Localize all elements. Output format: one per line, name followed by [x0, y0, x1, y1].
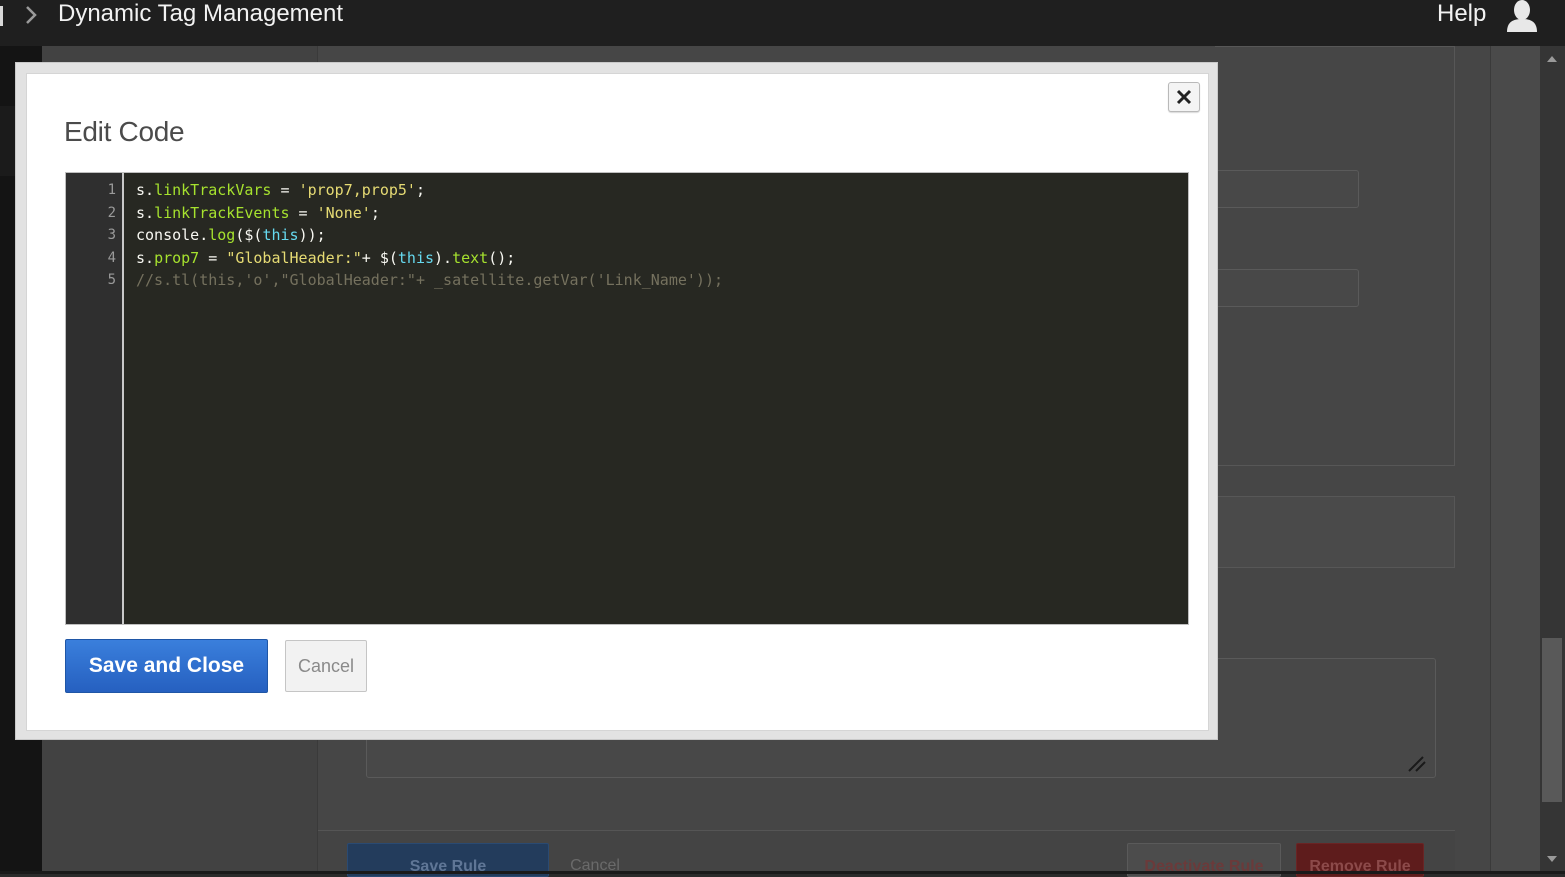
scrollbar-thumb[interactable] — [1542, 638, 1562, 802]
line-number: 5 — [107, 272, 116, 288]
code-token: "GlobalHeader:" — [226, 248, 362, 267]
code-line[interactable]: s.linkTrackEvents = 'None'; — [136, 202, 1178, 225]
code-token: + $( — [361, 248, 398, 267]
code-token: linkTrackVars — [154, 181, 272, 199]
code-line[interactable]: s.prop7 = "GlobalHeader:"+ $(this).text(… — [136, 247, 1178, 270]
rule-section-panel — [1215, 46, 1455, 466]
code-line[interactable]: s.linkTrackVars = 'prop7,prop5'; — [136, 179, 1178, 202]
code-token: )); — [298, 226, 326, 244]
line-number-gutter: 1 2 3 4 5 — [66, 173, 124, 624]
line-number: 1 — [107, 182, 116, 198]
code-token: //s.tl(this,'o',"GlobalHeader:"+ _satell… — [136, 271, 723, 289]
scroll-up-icon[interactable] — [1547, 56, 1557, 62]
code-token: prop7 — [154, 248, 200, 267]
code-token: linkTrackEvents — [154, 203, 290, 222]
code-token: s. — [136, 248, 155, 267]
code-line[interactable]: console.log($(this)); — [136, 224, 1178, 247]
close-button[interactable] — [1168, 82, 1200, 112]
line-number: 3 — [107, 227, 116, 243]
code-token: ). — [434, 248, 453, 267]
code-editor[interactable]: 12345 s.linkTrackVars = 'prop7,prop5'; s.… — [65, 172, 1189, 625]
nav-edge-marker — [0, 6, 3, 26]
code-line[interactable]: //s.tl(this,'o',"GlobalHeader:"+ _satell… — [136, 269, 1178, 292]
code-token: ; — [415, 181, 425, 199]
page-scrollbar[interactable] — [1540, 46, 1565, 874]
page-right-gutter — [1490, 46, 1540, 874]
code-token: s. — [136, 181, 155, 199]
code-token: this — [397, 248, 435, 267]
line-number: 4 — [107, 249, 116, 266]
chevron-right-icon — [22, 4, 40, 26]
app-title[interactable]: Dynamic Tag Management — [58, 0, 343, 28]
code-token: this — [262, 226, 299, 244]
code-token: (); — [488, 248, 516, 267]
code-token: console. — [136, 226, 209, 244]
close-icon — [1176, 89, 1192, 105]
code-token: = — [199, 248, 227, 267]
code-token: 'None' — [316, 203, 371, 222]
save-and-close-button[interactable]: Save and Close — [65, 639, 268, 693]
code-token: = — [271, 181, 299, 199]
code-area[interactable]: s.linkTrackVars = 'prop7,prop5'; s.linkTr… — [136, 179, 1178, 292]
code-token: ($( — [235, 226, 263, 244]
background-input-1 — [1215, 170, 1359, 208]
rule-section-panel-2 — [1215, 496, 1455, 568]
code-token: 'prop7,prop5' — [298, 181, 416, 199]
dialog-title: Edit Code — [64, 116, 185, 147]
scroll-down-icon[interactable] — [1547, 856, 1557, 862]
left-rail-marker — [0, 106, 16, 176]
line-number: 2 — [107, 204, 116, 221]
top-bar: Dynamic Tag Management Help — [0, 0, 1565, 46]
code-token: text — [452, 248, 489, 267]
code-token: ; — [370, 203, 380, 222]
help-link[interactable]: Help — [1437, 0, 1486, 28]
edit-code-dialog: Edit Code 12345 s.linkTrackVars = 'prop7… — [26, 73, 1209, 731]
edit-code-dialog-frame: Edit Code 12345 s.linkTrackVars = 'prop7… — [15, 62, 1218, 740]
user-icon[interactable] — [1505, 0, 1539, 32]
code-token: = — [289, 203, 317, 222]
cancel-button[interactable]: Cancel — [285, 640, 367, 692]
background-input-2 — [1215, 269, 1359, 307]
code-token: s. — [136, 203, 155, 222]
code-token: log — [208, 226, 236, 244]
resize-grip-icon — [1405, 755, 1427, 773]
